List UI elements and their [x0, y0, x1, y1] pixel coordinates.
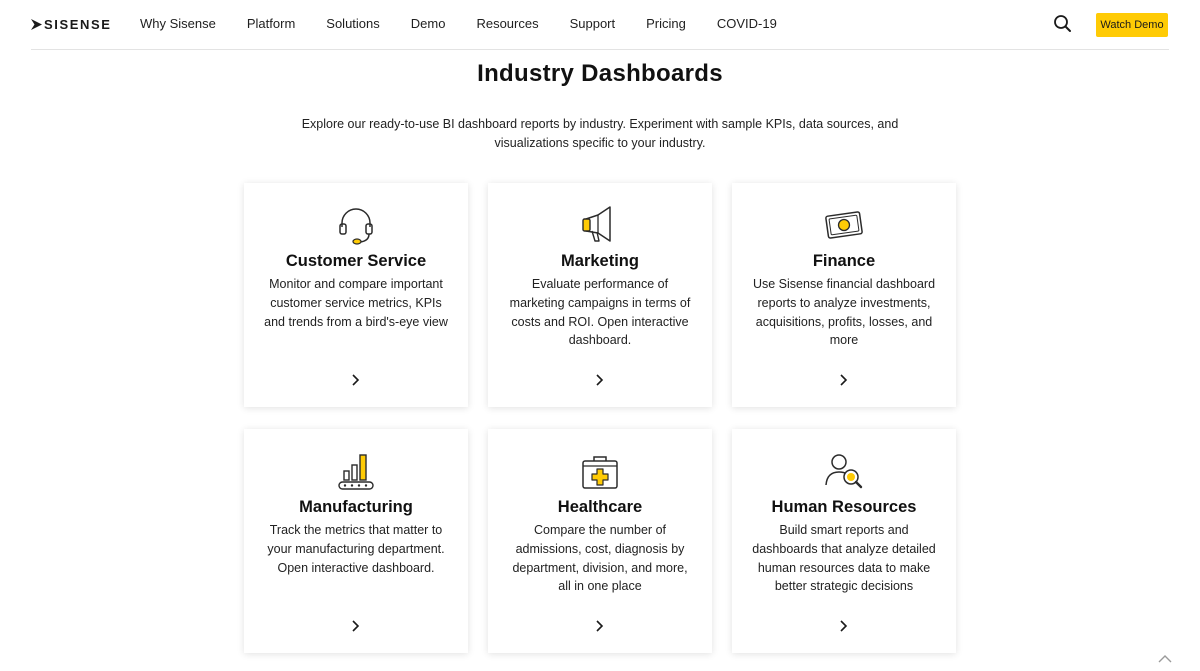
card-title: Healthcare [557, 498, 643, 516]
sisense-logo[interactable]: SISENSE [31, 16, 112, 32]
card-description: Build smart reports and dashboards that … [752, 523, 936, 594]
chevron-right-icon[interactable] [595, 619, 605, 632]
nav-link-demo[interactable]: Demo [411, 16, 446, 31]
nav-link-why-sisense[interactable]: Why Sisense [140, 16, 216, 31]
person-search-icon [824, 451, 864, 491]
card-description: Monitor and compare important customer s… [264, 277, 448, 329]
medical-kit-icon [580, 451, 620, 491]
nav-link-platform[interactable]: Platform [247, 16, 295, 31]
search-button[interactable] [1053, 14, 1073, 34]
top-navigation: SISENSE Why Sisense Platform Solutions D… [31, 0, 1169, 50]
card-description: Compare the number of admissions, cost, … [512, 523, 688, 594]
sisense-logo-mark-icon [31, 18, 42, 30]
card-title: Manufacturing [299, 498, 413, 516]
nav-link-support[interactable]: Support [570, 16, 616, 31]
page-intro: Explore our ready-to-use BI dashboard re… [301, 117, 899, 150]
search-icon [1054, 15, 1071, 32]
card-description: Track the metrics that matter to your ma… [267, 523, 445, 575]
page-title: Industry Dashboards [477, 60, 723, 87]
chevron-right-icon[interactable] [595, 373, 605, 386]
megaphone-icon [580, 205, 620, 245]
brand-name: SISENSE [44, 16, 112, 32]
chevron-right-icon[interactable] [351, 373, 361, 386]
card-customer-service[interactable]: Customer Service Monitor and compare imp… [244, 183, 468, 407]
card-title: Customer Service [285, 252, 427, 270]
nav-link-covid-19[interactable]: COVID-19 [717, 16, 777, 31]
banknote-icon [824, 205, 864, 245]
card-healthcare[interactable]: Healthcare Compare the number of admissi… [488, 429, 712, 653]
card-title: Marketing [561, 252, 639, 270]
card-description: Use Sisense financial dashboard reports … [752, 277, 936, 348]
nav-link-resources[interactable]: Resources [476, 16, 538, 31]
card-finance[interactable]: Finance Use Sisense financial dashboard … [732, 183, 956, 407]
chevron-up-icon [1158, 655, 1172, 663]
chevron-right-icon[interactable] [839, 373, 849, 386]
card-title: Human Resources [771, 498, 917, 516]
headset-icon [336, 205, 376, 245]
nav-links: Why Sisense Platform Solutions Demo Reso… [140, 16, 777, 31]
nav-link-pricing[interactable]: Pricing [646, 16, 686, 31]
card-title: Finance [812, 252, 876, 270]
card-human-resources[interactable]: Human Resources Build smart reports and … [732, 429, 956, 653]
nav-link-solutions[interactable]: Solutions [326, 16, 379, 31]
card-marketing[interactable]: Marketing Evaluate performance of market… [488, 183, 712, 407]
card-description: Evaluate performance of marketing campai… [509, 277, 691, 348]
card-manufacturing[interactable]: Manufacturing Track the metrics that mat… [244, 429, 468, 653]
conveyor-chart-icon [336, 451, 376, 491]
watch-demo-button[interactable]: Watch Demo [1096, 13, 1168, 37]
scroll-to-top-button[interactable] [1156, 652, 1174, 666]
chevron-right-icon[interactable] [351, 619, 361, 632]
chevron-right-icon[interactable] [839, 619, 849, 632]
